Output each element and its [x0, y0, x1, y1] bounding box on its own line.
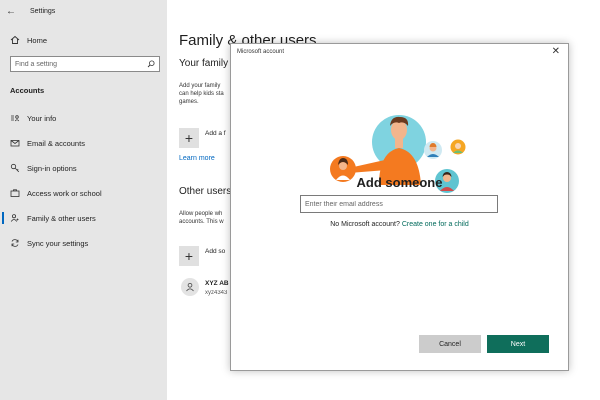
- email-address-input[interactable]: [300, 195, 498, 213]
- person-card-icon: [9, 112, 21, 124]
- plus-icon: +: [184, 248, 194, 264]
- plus-icon: +: [184, 130, 194, 146]
- other-users-description-line: Allow people wh: [179, 211, 223, 217]
- learn-more-link[interactable]: Learn more: [179, 155, 215, 162]
- no-account-line: No Microsoft account? Create one for a c…: [231, 221, 568, 228]
- mail-icon: [9, 137, 21, 149]
- briefcase-icon: [9, 187, 21, 199]
- key-icon: [9, 162, 21, 174]
- user-email: xyz4343: [205, 290, 228, 296]
- sidebar-item-label: Your info: [27, 113, 57, 123]
- sidebar-item-access-work[interactable]: Access work or school: [0, 182, 167, 204]
- family-description-line: Add your family: [179, 83, 221, 89]
- sidebar-item-your-info[interactable]: Your info: [0, 107, 167, 129]
- add-someone-dialog: Microsoft account ✕ Add someone No Micr: [230, 43, 569, 371]
- next-button[interactable]: Next: [487, 335, 549, 353]
- add-family-member-label[interactable]: Add a f: [205, 130, 229, 137]
- close-icon[interactable]: ✕: [552, 46, 560, 57]
- app-title: Settings: [30, 7, 56, 15]
- sync-icon: [9, 237, 21, 249]
- sidebar-item-label: Family & other users: [27, 213, 96, 223]
- back-arrow-icon: ←: [6, 5, 16, 17]
- title-bar: ← Settings: [0, 0, 167, 22]
- back-button[interactable]: ←: [0, 0, 22, 22]
- add-other-user-button[interactable]: +: [179, 246, 199, 266]
- sidebar-item-sync-settings[interactable]: Sync your settings: [0, 232, 167, 254]
- family-description-line: can help kids sta: [179, 91, 224, 97]
- search-icon[interactable]: [147, 55, 155, 73]
- family-description-line: games.: [179, 99, 199, 105]
- sidebar-item-family-other-users[interactable]: Family & other users: [0, 207, 167, 229]
- add-family-member-button[interactable]: +: [179, 128, 199, 148]
- other-users-heading: Other users: [179, 186, 232, 197]
- accounts-heading: Accounts: [10, 86, 45, 95]
- sidebar: ← Settings Home Accounts Your info Email…: [0, 0, 167, 400]
- dialog-title: Microsoft account: [237, 49, 285, 55]
- home-label: Home: [27, 35, 48, 45]
- add-other-user-label[interactable]: Add so: [205, 248, 229, 255]
- sidebar-item-label: Access work or school: [27, 188, 102, 198]
- sidebar-item-email-accounts[interactable]: Email & accounts: [0, 132, 167, 154]
- family-heading: Your family: [179, 58, 229, 69]
- search-box[interactable]: [10, 56, 160, 72]
- sidebar-item-label: Email & accounts: [27, 138, 85, 148]
- no-account-text: No Microsoft account?: [330, 221, 400, 228]
- search-input[interactable]: [15, 60, 140, 68]
- home-button[interactable]: Home: [0, 29, 167, 51]
- sidebar-item-sign-in-options[interactable]: Sign-in options: [0, 157, 167, 179]
- dialog-heading: Add someone: [356, 175, 443, 190]
- user-avatar[interactable]: [181, 278, 199, 296]
- sidebar-item-label: Sign-in options: [27, 163, 77, 173]
- cancel-button[interactable]: Cancel: [419, 335, 481, 353]
- create-account-for-child-link[interactable]: Create one for a child: [402, 221, 469, 228]
- people-icon: [9, 212, 21, 224]
- home-icon: [9, 34, 21, 46]
- person-icon: [186, 282, 194, 292]
- user-name[interactable]: XYZ AB: [205, 280, 230, 287]
- sidebar-item-label: Sync your settings: [27, 238, 89, 248]
- other-users-description-line: accounts. This w: [179, 219, 224, 225]
